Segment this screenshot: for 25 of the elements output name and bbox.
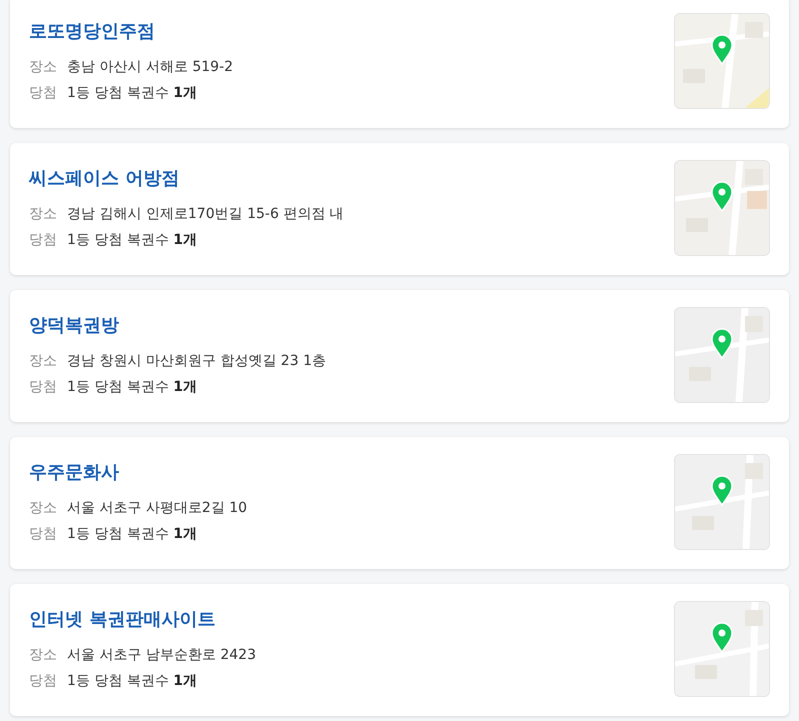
field-value: 1등 당첨 복권수 1개 (67, 525, 198, 544)
field-label: 당첨 (29, 672, 57, 691)
field-value: 경남 창원시 마산회원구 합성옛길 23 1층 (67, 352, 326, 371)
field-label: 장소 (29, 352, 57, 371)
field-label: 당첨 (29, 84, 57, 103)
field-label: 장소 (29, 58, 57, 77)
store-name-link[interactable]: 씨스페이스 어방점 (29, 166, 180, 190)
store-name-link[interactable]: 양덕복권방 (29, 313, 119, 337)
field-label: 당첨 (29, 525, 57, 544)
field-label: 장소 (29, 499, 57, 518)
store-name-link[interactable]: 우주문화사 (29, 460, 119, 484)
field-value: 1등 당첨 복권수 1개 (67, 378, 198, 397)
field-value: 1등 당첨 복권수 1개 (67, 231, 198, 250)
field-value: 1등 당첨 복권수 1개 (67, 672, 198, 691)
store-name-link[interactable]: 로또명당인주점 (29, 19, 155, 43)
field-label: 장소 (29, 205, 57, 224)
field-value: 충남 아산시 서해로 519-2 (67, 58, 234, 77)
field-value: 서울 서초구 사평대로2길 10 (67, 499, 248, 518)
store-name-link[interactable]: 인터넷 복권판매사이트 (29, 607, 216, 631)
field-value: 경남 김해시 인제로170번길 15-6 편의점 내 (67, 205, 344, 224)
field-label: 장소 (29, 646, 57, 665)
field-label: 당첨 (29, 231, 57, 250)
field-label: 당첨 (29, 378, 57, 397)
field-value: 서울 서초구 남부순환로 2423 (67, 646, 256, 665)
field-value: 1등 당첨 복권수 1개 (67, 84, 198, 103)
